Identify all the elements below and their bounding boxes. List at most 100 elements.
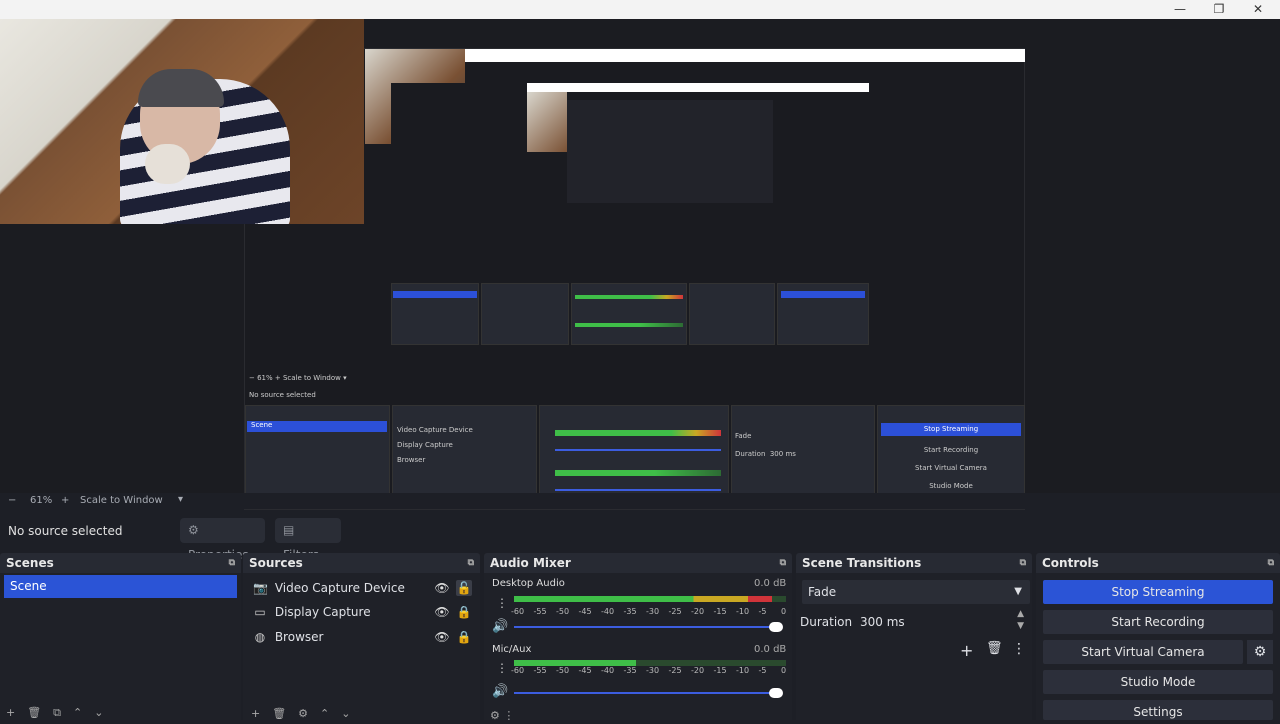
volume-slider-track[interactable] [514, 692, 780, 694]
meter-tick-label: -45 [578, 607, 592, 616]
settings-button[interactable]: Settings [1043, 700, 1273, 720]
controls-title: Controls [1042, 556, 1099, 570]
meter-tick-label: -35 [623, 607, 637, 616]
filter-icon: ▤ [283, 523, 295, 537]
meter-tick-label: -35 [623, 666, 637, 675]
meter-tick-label: -50 [556, 666, 570, 675]
scenes-dock: Scenes ⧉ Scene +🗑⧉⌃⌄ [0, 553, 241, 720]
scale-mode-label[interactable]: Scale to Window [80, 495, 163, 506]
nested-status: No source selected [249, 391, 316, 399]
speaker-icon[interactable]: 🔊 [492, 684, 508, 699]
scenes-title: Scenes [6, 556, 54, 570]
zoom-level: 61% [30, 495, 53, 506]
zoom-in-button[interactable]: + [61, 495, 69, 506]
meter-tick-label: 0 [781, 666, 787, 675]
close-button[interactable]: ✕ [1248, 2, 1268, 18]
source-toolbar: No source selected ⚙ Properties ▤ Filter… [0, 516, 1280, 562]
meter-tick-label: -20 [691, 666, 705, 675]
channel-name: Mic/Aux [492, 644, 532, 655]
duration-input[interactable]: 300 ms ▲ ▼ [856, 608, 1030, 635]
properties-button[interactable]: ⚙ Properties [180, 518, 265, 562]
nested-zoom-label: − 61% + Scale to Window ▾ [249, 374, 347, 382]
monitor-icon: ▭ [254, 605, 266, 619]
transition-select[interactable]: Fade ▼ [802, 580, 1030, 604]
scene-item[interactable]: Scene [4, 575, 237, 598]
minimize-button[interactable]: — [1170, 2, 1190, 18]
sources-title: Sources [249, 556, 303, 570]
sources-footer-icons[interactable]: +🗑⚙⌃⌄ [251, 707, 362, 720]
window-titlebar: — ❐ ✕ [0, 0, 1280, 19]
source-item-display-capture[interactable]: ▭ Display Capture [253, 602, 370, 622]
stop-streaming-button[interactable]: Stop Streaming [1043, 580, 1273, 604]
lock-icon[interactable]: 🔒 [456, 629, 472, 645]
channel-menu-icon[interactable]: ⋮ [496, 596, 508, 610]
channel-db: 0.0 dB [754, 578, 787, 589]
dock-popout-icon[interactable]: ⧉ [1020, 553, 1026, 573]
meter-tick-label: -55 [533, 666, 547, 675]
meter-tick-label: -15 [713, 666, 727, 675]
dock-popout-icon[interactable]: ⧉ [780, 553, 786, 573]
camera-icon: 📷 [253, 581, 268, 595]
channel-name: Desktop Audio [492, 578, 565, 589]
dock-popout-icon[interactable]: ⧉ [468, 553, 474, 573]
scale-dropdown-icon[interactable]: ▾ [178, 494, 183, 505]
nested-inner-preview [391, 83, 869, 351]
visibility-eye-icon[interactable]: 👁 [434, 604, 450, 620]
meter-tick-label: -55 [533, 607, 547, 616]
meter-tick-label: -25 [668, 666, 682, 675]
dock-popout-icon[interactable]: ⧉ [229, 553, 235, 573]
meter-tick-label: -5 [758, 607, 767, 616]
volume-slider-knob[interactable] [769, 622, 783, 632]
duration-stepper-icon[interactable]: ▲ ▼ [1017, 608, 1024, 632]
meter-tick-label: -10 [736, 666, 750, 675]
chevron-down-icon: ▼ [1014, 586, 1022, 597]
source-item-video-capture[interactable]: 📷 Video Capture Device [253, 578, 405, 598]
no-source-label: No source selected [8, 524, 123, 538]
source-item-browser[interactable]: ◍ Browser [253, 627, 324, 647]
trash-icon[interactable]: 🗑 [986, 641, 1003, 656]
nested-titlebar [465, 49, 1025, 62]
start-virtual-camera-button[interactable]: Start Virtual Camera [1043, 640, 1243, 664]
studio-mode-button[interactable]: Studio Mode [1043, 670, 1273, 694]
meter-tick-label: -10 [736, 607, 750, 616]
filters-button[interactable]: ▤ Filters [275, 518, 341, 562]
meter-tick-label: -60 [511, 666, 525, 675]
lock-icon[interactable]: 🔓 [456, 580, 472, 596]
preview-zoom-bar: − 61% + Scale to Window ▾ [0, 493, 1280, 509]
meter-tick-label: -20 [691, 607, 705, 616]
meter-tick-label: -15 [713, 607, 727, 616]
visibility-eye-icon[interactable]: 👁 [434, 580, 450, 596]
scene-transitions-dock: Scene Transitions ⧉ [796, 553, 1032, 720]
virtual-camera-settings-gear-icon[interactable]: ⚙ [1247, 640, 1273, 664]
meter-tick-label: -40 [601, 607, 615, 616]
channel-db: 0.0 dB [754, 644, 787, 655]
duration-value: 300 ms [860, 615, 905, 629]
speaker-icon[interactable]: 🔊 [492, 619, 508, 634]
more-options-icon[interactable]: ⋮ [1012, 641, 1026, 657]
globe-icon: ◍ [254, 630, 266, 644]
meter-tick-label: -30 [646, 666, 660, 675]
volume-slider-track[interactable] [514, 626, 780, 628]
lock-icon[interactable]: 🔒 [456, 604, 472, 620]
meter-tick-label: -50 [556, 607, 570, 616]
visibility-eye-icon[interactable]: 👁 [434, 629, 450, 645]
volume-slider-knob[interactable] [769, 688, 783, 698]
dock-popout-icon[interactable]: ⧉ [1268, 553, 1274, 573]
channel-menu-icon[interactable]: ⋮ [496, 661, 508, 675]
gear-icon: ⚙ [188, 523, 199, 537]
scene-transitions-title: Scene Transitions [802, 556, 922, 570]
controls-dock: Controls ⧉ [1036, 553, 1280, 720]
mixer-footer-icons[interactable]: ⚙ ⋮ [490, 709, 514, 722]
sources-dock: Sources ⧉ 📷 Video Capture Device 👁 🔓 ▭ D… [243, 553, 480, 720]
add-transition-icon[interactable]: + [960, 641, 973, 660]
preview-canvas[interactable]: − 61% + Scale to Window ▾ No source sele… [0, 19, 1280, 510]
meter-tick-label: -40 [601, 666, 615, 675]
zoom-out-button[interactable]: − [8, 495, 16, 506]
audio-mixer-title: Audio Mixer [490, 556, 571, 570]
meter-tick-label: 0 [781, 607, 787, 616]
maximize-button[interactable]: ❐ [1209, 2, 1229, 18]
meter-tick-label: -60 [511, 607, 525, 616]
start-recording-button[interactable]: Start Recording [1043, 610, 1273, 634]
meter-tick-label: -25 [668, 607, 682, 616]
scenes-footer-icons[interactable]: +🗑⧉⌃⌄ [6, 706, 115, 720]
